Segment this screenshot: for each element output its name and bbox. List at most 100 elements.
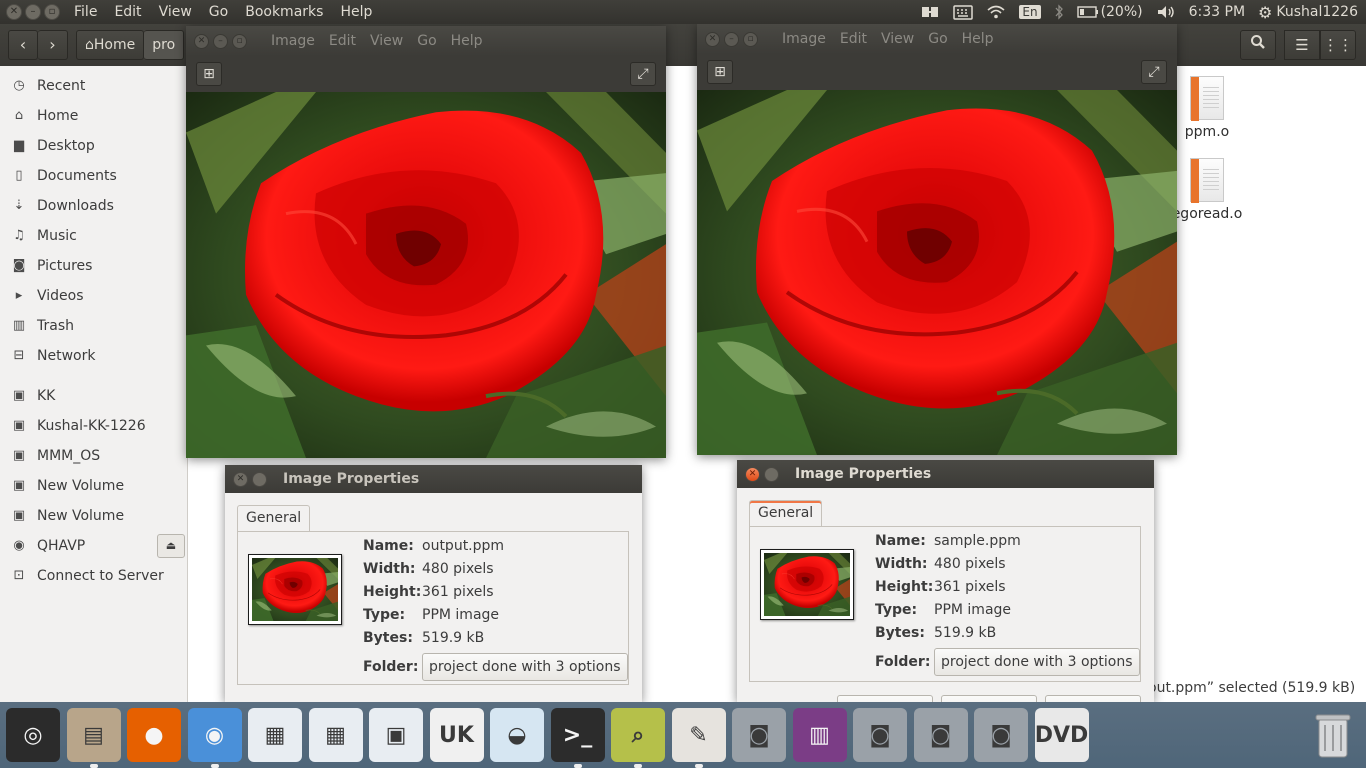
- maximize-icon[interactable]: ▫: [743, 31, 758, 47]
- text-editor-icon[interactable]: ✎: [671, 708, 726, 768]
- maximize-icon[interactable]: ▫: [44, 4, 60, 20]
- close-icon[interactable]: ✕: [194, 33, 209, 49]
- image-viewer-icon[interactable]: ⌕: [611, 708, 665, 768]
- sidebar-item-new-volume[interactable]: ▣ New Volume: [0, 471, 187, 501]
- impress-icon[interactable]: ▣: [369, 708, 423, 762]
- chromium-icon[interactable]: ◉: [187, 708, 242, 768]
- width-row: Width: 480 pixels: [363, 561, 494, 577]
- menu-edit[interactable]: Edit: [329, 33, 356, 49]
- sidebar-item-network[interactable]: ⊟ Network: [0, 341, 187, 371]
- sidebar-item-recent[interactable]: ◷ Recent: [0, 71, 187, 101]
- search-button[interactable]: [1240, 30, 1276, 60]
- bluetooth-icon[interactable]: [1054, 4, 1064, 20]
- fullscreen-button[interactable]: ⤢: [630, 62, 656, 86]
- drive-icon[interactable]: ◙: [974, 708, 1028, 762]
- menu-help[interactable]: Help: [451, 33, 483, 49]
- minimize-icon[interactable]: [764, 466, 779, 482]
- firefox-icon[interactable]: ●: [127, 708, 181, 762]
- breadcrumb-current[interactable]: pro: [144, 30, 185, 60]
- status-bar: out.ppm” selected (519.9 kB): [1148, 680, 1356, 696]
- trash-dock-icon[interactable]: [1306, 708, 1360, 762]
- files-icon[interactable]: ▤: [66, 708, 121, 768]
- running-indicator: [694, 764, 703, 768]
- tab-general[interactable]: General: [237, 505, 311, 532]
- close-icon[interactable]: ✕: [745, 466, 760, 482]
- gallery-button[interactable]: ⊞: [707, 60, 733, 84]
- dialog-title: Image Properties: [795, 466, 932, 482]
- viewer-titlebar: ✕ – ▫ Image Edit View Go Help: [697, 24, 1177, 54]
- gallery-button[interactable]: ⊞: [196, 62, 222, 86]
- menu-edit[interactable]: Edit: [114, 4, 141, 20]
- sidebar-item-home[interactable]: ⌂ Home: [0, 101, 187, 131]
- workspace-switcher-icon[interactable]: ▥: [792, 708, 847, 762]
- software-center-icon[interactable]: ◒: [490, 708, 544, 762]
- close-icon[interactable]: ✕: [233, 471, 248, 487]
- user-menu[interactable]: ⚙ Kushal1226: [1258, 3, 1358, 22]
- menu-view[interactable]: View: [370, 33, 403, 49]
- volume-icon[interactable]: [1156, 4, 1176, 20]
- keyboard-icon[interactable]: [953, 4, 974, 20]
- dvd-icon[interactable]: DVD: [1034, 708, 1089, 762]
- clock[interactable]: 6:33 PM: [1189, 4, 1245, 20]
- calc-icon[interactable]: ▦: [308, 708, 363, 762]
- wifi-icon[interactable]: [986, 4, 1006, 20]
- sidebar-item-desktop[interactable]: ▆ Desktop: [0, 131, 187, 161]
- dialog-titlebar: ✕ Image Properties: [737, 460, 1154, 488]
- sidebar-item-connect-to-server[interactable]: ⊡ Connect to Server: [0, 561, 187, 591]
- sidebar-item-qhavp[interactable]: ◉ QHAVP ⏏: [0, 531, 187, 561]
- maximize-icon[interactable]: ▫: [232, 33, 247, 49]
- fullscreen-button[interactable]: ⤢: [1141, 60, 1167, 84]
- close-icon[interactable]: ✕: [705, 31, 720, 47]
- sidebar-item-kk[interactable]: ▣ KK: [0, 381, 187, 411]
- menu-go[interactable]: Go: [928, 31, 947, 47]
- language-indicator[interactable]: En: [1019, 5, 1041, 19]
- writer-icon[interactable]: ▦: [248, 708, 302, 762]
- terminal-icon[interactable]: >_: [550, 708, 605, 768]
- menu-help[interactable]: Help: [962, 31, 994, 47]
- minimize-icon[interactable]: [252, 471, 267, 487]
- sidebar-item-mmm-os[interactable]: ▣ MMM_OS: [0, 441, 187, 471]
- menu-bookmarks[interactable]: Bookmarks: [245, 4, 323, 20]
- menu-go[interactable]: Go: [417, 33, 436, 49]
- minimize-icon[interactable]: –: [213, 33, 228, 49]
- menu-view[interactable]: View: [881, 31, 914, 47]
- menu-file[interactable]: File: [74, 4, 97, 20]
- menu-image[interactable]: Image: [271, 33, 315, 49]
- drive-icon[interactable]: ◙: [853, 708, 907, 762]
- running-indicator: [210, 764, 219, 768]
- folder-button[interactable]: project done with 3 options: [422, 653, 628, 681]
- minimize-icon[interactable]: –: [724, 31, 739, 47]
- menu-image[interactable]: Image: [782, 31, 826, 47]
- minimize-icon[interactable]: –: [25, 4, 41, 20]
- sidebar-item-kushal-kk-1226[interactable]: ▣ Kushal-KK-1226: [0, 411, 187, 441]
- forward-button[interactable]: ›: [38, 30, 68, 60]
- tab-general[interactable]: General: [749, 500, 823, 527]
- close-icon[interactable]: ✕: [6, 4, 22, 20]
- battery-indicator[interactable]: (20%): [1076, 4, 1143, 20]
- breadcrumb-home[interactable]: ⌂Home: [76, 30, 145, 60]
- eject-button[interactable]: ⏏: [157, 534, 185, 558]
- list-view-button[interactable]: ☰: [1284, 30, 1320, 60]
- ubuntu-dash-icon[interactable]: ◎: [6, 708, 60, 762]
- sidebar-item-new-volume-2[interactable]: ▣ New Volume: [0, 501, 187, 531]
- sidebar-item-music[interactable]: ♫ Music: [0, 221, 187, 251]
- folder-button[interactable]: project done with 3 options: [934, 648, 1140, 676]
- sidebar-item-trash[interactable]: ▥ Trash: [0, 311, 187, 341]
- menu-view[interactable]: View: [159, 4, 192, 20]
- viewer-toolbar: ⊞ ⤢: [186, 56, 666, 92]
- network-switch-icon[interactable]: [920, 4, 940, 20]
- name-row: Name: sample.ppm: [875, 533, 1021, 549]
- back-button[interactable]: ‹: [8, 30, 38, 60]
- menu-go[interactable]: Go: [209, 4, 228, 20]
- drive-icon[interactable]: ◙: [732, 708, 786, 762]
- menu-help[interactable]: Help: [340, 4, 372, 20]
- sidebar-item-documents[interactable]: ▯ Documents: [0, 161, 187, 191]
- grid-view-button[interactable]: ⋮⋮: [1320, 30, 1356, 60]
- sidebar-item-pictures[interactable]: ◙ Pictures: [0, 251, 187, 281]
- sidebar-item-downloads[interactable]: ⇣ Downloads: [0, 191, 187, 221]
- text-file-icon: [1190, 158, 1224, 203]
- ubuntu-one-icon[interactable]: UK: [429, 708, 484, 762]
- drive-icon[interactable]: ◙: [913, 708, 968, 762]
- sidebar-item-videos[interactable]: ▸ Videos: [0, 281, 187, 311]
- menu-edit[interactable]: Edit: [840, 31, 867, 47]
